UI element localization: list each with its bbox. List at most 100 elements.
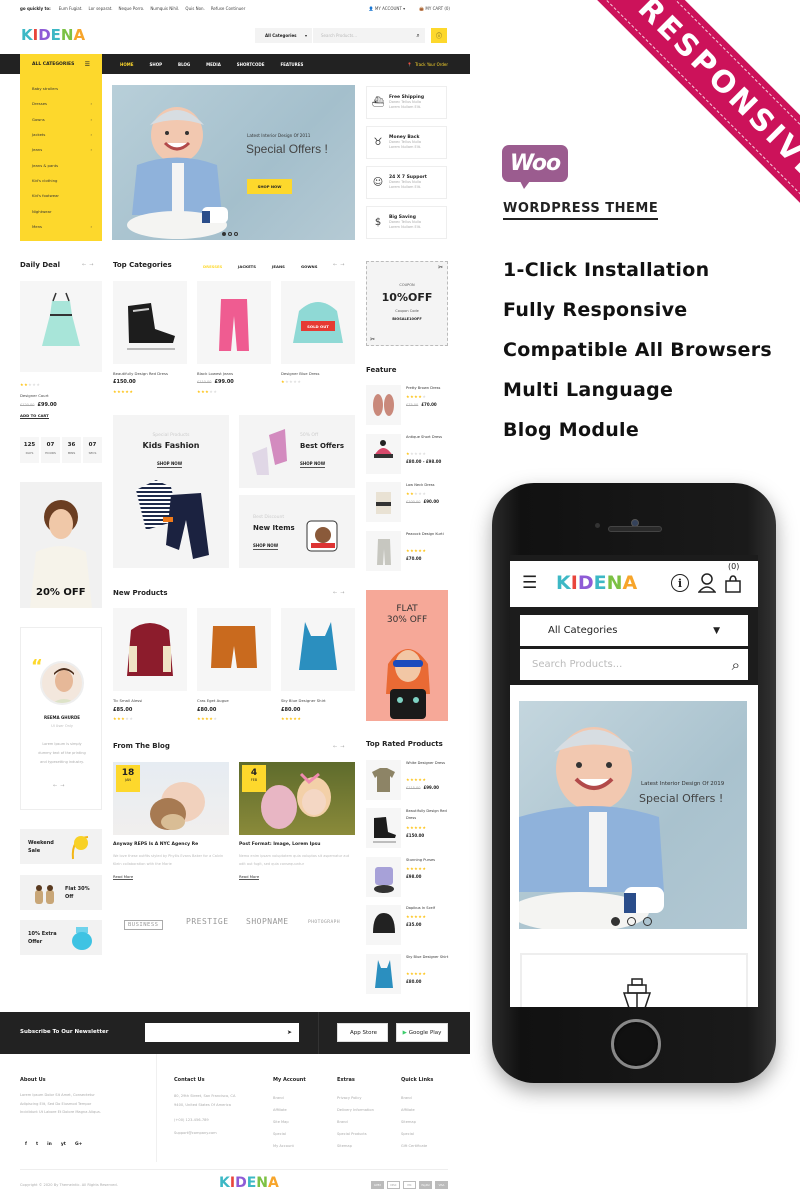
- product-name[interactable]: Sky Blue Designer Shirt: [281, 698, 326, 703]
- shopping-bag-icon[interactable]: [724, 575, 742, 593]
- all-categories-toggle[interactable]: ALL CATEGORIES ☰: [20, 54, 102, 74]
- footer-phone[interactable]: (+00) 123-456-789: [174, 1118, 209, 1122]
- mobile-category-select[interactable]: All Categories ▼: [520, 615, 748, 646]
- quick-link[interactable]: Refuse Continuer: [211, 6, 245, 11]
- footer-link[interactable]: Special: [401, 1132, 414, 1136]
- top-rated-image[interactable]: [366, 760, 401, 800]
- nav-item-shortcode[interactable]: SHORTCODE: [237, 62, 265, 67]
- youtube-icon[interactable]: yt: [61, 1142, 66, 1147]
- kids-fashion-tile[interactable]: Special Products Kids Fashion SHOP NOW: [113, 415, 229, 568]
- promo-10-extra[interactable]: 10% Extra Offer: [20, 920, 102, 955]
- promo-weekend-sale[interactable]: Weekend Sale: [20, 829, 102, 864]
- footer-link[interactable]: Brand: [273, 1096, 284, 1100]
- blog-post-title[interactable]: Post Format: Image, Lorem Ipsu: [239, 842, 320, 847]
- footer-link[interactable]: Affiliate: [273, 1108, 287, 1112]
- nav-item-media[interactable]: MEDIA: [206, 62, 221, 67]
- blog-arrows[interactable]: ←→: [333, 744, 347, 750]
- my-account-link[interactable]: 👤 MY ACCOUNT ▾: [369, 6, 406, 11]
- footer-email[interactable]: Support@company.com: [174, 1131, 217, 1135]
- search-icon[interactable]: ⌕: [732, 656, 740, 674]
- feature-name[interactable]: Antique Short Dress: [406, 434, 450, 441]
- site-logo[interactable]: KIDENA: [21, 26, 85, 44]
- tab-jeans[interactable]: JEANS: [272, 264, 285, 269]
- track-order-link[interactable]: 📍 Track Your Order: [407, 54, 448, 74]
- facebook-icon[interactable]: f: [25, 1142, 27, 1147]
- info-button[interactable]: ⓘ: [431, 28, 447, 43]
- category-item[interactable]: Dresses ›: [20, 96, 102, 111]
- send-icon[interactable]: ➤: [287, 1029, 292, 1036]
- footer-link[interactable]: Brand: [401, 1096, 412, 1100]
- hamburger-icon[interactable]: ☰: [522, 573, 537, 593]
- footer-link[interactable]: Delivery Information: [337, 1108, 374, 1112]
- search-input[interactable]: Search Products...: [313, 33, 411, 38]
- testimonial-arrows[interactable]: ←→: [53, 783, 67, 789]
- add-to-cart-button[interactable]: ADD TO CART: [20, 413, 49, 419]
- top-rated-image[interactable]: [366, 905, 401, 945]
- top-rated-image[interactable]: [366, 857, 401, 897]
- user-icon[interactable]: [698, 573, 716, 593]
- quick-link[interactable]: Numquis Nihil.: [150, 6, 179, 11]
- tile-shop-now-link[interactable]: SHOP NOW: [157, 461, 183, 468]
- daily-deal-product-name[interactable]: Designer Court: [20, 393, 49, 398]
- footer-link[interactable]: Brand: [337, 1120, 348, 1124]
- footer-link[interactable]: Sitemap: [337, 1144, 352, 1148]
- footer-link[interactable]: Special: [273, 1132, 286, 1136]
- feature-name[interactable]: Low Neck Dress: [406, 482, 450, 489]
- product-name[interactable]: Black Lowest Jeans: [197, 371, 233, 376]
- newsletter-email-input[interactable]: ➤: [145, 1023, 299, 1042]
- my-cart-link[interactable]: 👜 MY CART (0): [419, 6, 450, 11]
- feature-image[interactable]: [366, 434, 401, 474]
- nav-item-blog[interactable]: BLOG: [178, 62, 190, 67]
- hero-shop-now-button[interactable]: SHOP NOW: [247, 179, 292, 194]
- read-more-link[interactable]: Read More: [239, 874, 260, 880]
- brand-logo[interactable]: PHOTOGRAPH: [308, 920, 340, 925]
- google-play-button[interactable]: ▶ Google Play: [396, 1023, 448, 1042]
- new-products-arrows[interactable]: ←→: [333, 590, 347, 596]
- product-name[interactable]: Beautifully Design Red Dress: [113, 371, 168, 376]
- read-more-link[interactable]: Read More: [113, 874, 134, 880]
- category-item[interactable]: Jackets ›: [20, 127, 102, 142]
- product-image[interactable]: [281, 608, 355, 691]
- category-item[interactable]: Mens ›: [20, 219, 102, 234]
- brand-logo[interactable]: SHOPNAME: [246, 917, 289, 926]
- top-rated-name[interactable]: Beautifully Design Red Dress: [406, 808, 450, 822]
- tile-shop-now-link[interactable]: SHOP NOW: [300, 461, 326, 468]
- mobile-logo[interactable]: KIDENA: [556, 572, 637, 594]
- category-select[interactable]: All Categories ▾: [255, 28, 313, 43]
- nav-item-features[interactable]: FEATURES: [280, 62, 303, 67]
- product-name[interactable]: Designer Blue Dress: [281, 371, 320, 376]
- info-icon[interactable]: i: [671, 574, 689, 592]
- product-image[interactable]: SOLD OUT: [281, 281, 355, 364]
- nav-item-shop[interactable]: SHOP: [149, 62, 162, 67]
- blog-post-image[interactable]: 18 JAN: [113, 762, 229, 835]
- category-item[interactable]: Jeans & pants: [20, 157, 102, 172]
- slide-dot[interactable]: [228, 232, 232, 236]
- footer-link[interactable]: Privacy Policy: [337, 1096, 362, 1100]
- daily-deal-image[interactable]: [20, 281, 102, 372]
- flat-30-banner[interactable]: FLAT 30% OFF: [366, 590, 448, 721]
- tab-dresses[interactable]: DRESSES: [203, 264, 222, 269]
- top-rated-name[interactable]: Sky Blue Designer Shirt: [406, 954, 450, 961]
- footer-link[interactable]: Sitemap: [401, 1120, 416, 1124]
- feature-image[interactable]: [366, 385, 401, 425]
- category-item[interactable]: Jeans ›: [20, 142, 102, 157]
- slide-dot[interactable]: [234, 232, 238, 236]
- twitter-icon[interactable]: t: [36, 1142, 38, 1147]
- product-name[interactable]: Cras Eget Augue: [197, 698, 229, 703]
- footer-link[interactable]: Special Products: [337, 1132, 367, 1136]
- promo-flat-30[interactable]: Flat 30% Off: [20, 875, 102, 910]
- product-image[interactable]: [113, 608, 187, 691]
- product-image[interactable]: [197, 281, 271, 364]
- slide-dot[interactable]: [611, 917, 620, 926]
- best-offers-tile[interactable]: 50% Off Best Offers SHOP NOW: [239, 415, 355, 488]
- category-item[interactable]: Baby strollers: [20, 81, 102, 96]
- slide-dot[interactable]: [627, 917, 636, 926]
- category-item[interactable]: Gowns ›: [20, 112, 102, 127]
- new-items-tile[interactable]: Best Discount New Items SHOP NOW: [239, 495, 355, 568]
- slide-dot[interactable]: [222, 232, 226, 236]
- quick-link[interactable]: Eum Fugiat.: [59, 6, 83, 11]
- blog-post-title[interactable]: Anyway REPS Is A NYC Agency Re: [113, 842, 198, 847]
- daily-deal-arrows[interactable]: ←→: [82, 262, 96, 268]
- feature-image[interactable]: [366, 482, 401, 522]
- quick-link[interactable]: Neque Porro.: [119, 6, 145, 11]
